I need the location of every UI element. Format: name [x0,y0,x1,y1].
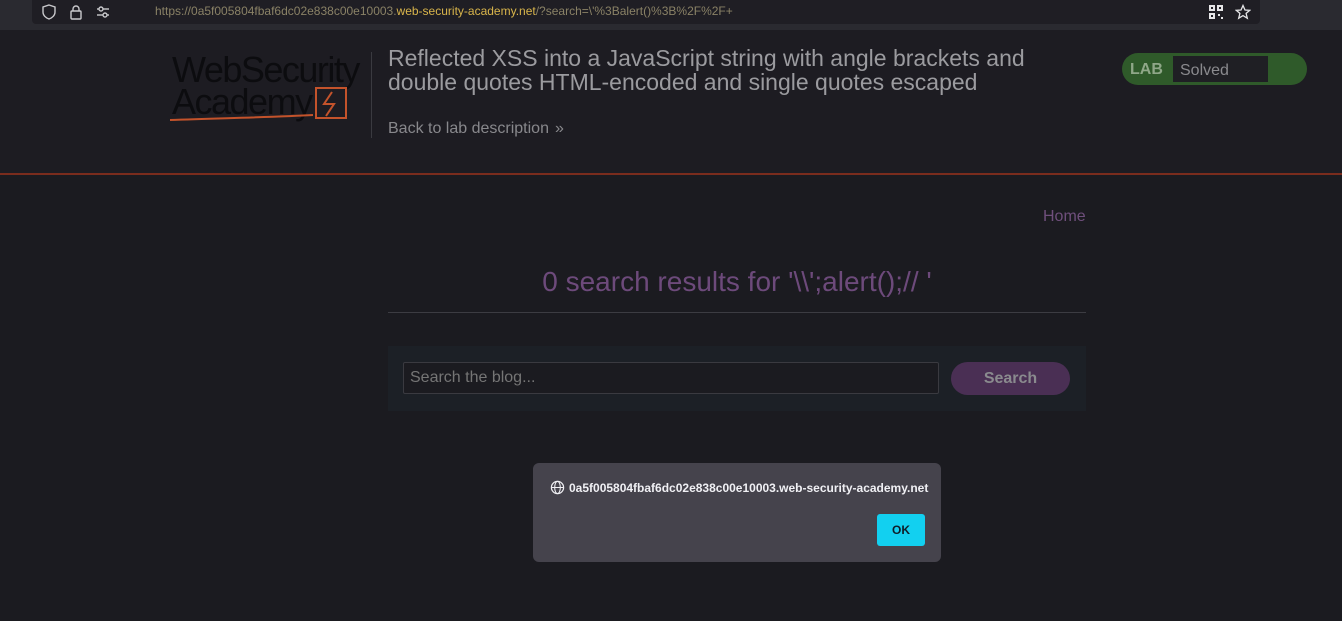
ok-button[interactable]: OK [877,514,925,546]
dialog-origin: 0a5f005804fbaf6dc02e838c00e10003.web-sec… [569,481,929,495]
alert-dialog: 0a5f005804fbaf6dc02e838c00e10003.web-sec… [533,463,941,562]
globe-icon [550,480,565,495]
